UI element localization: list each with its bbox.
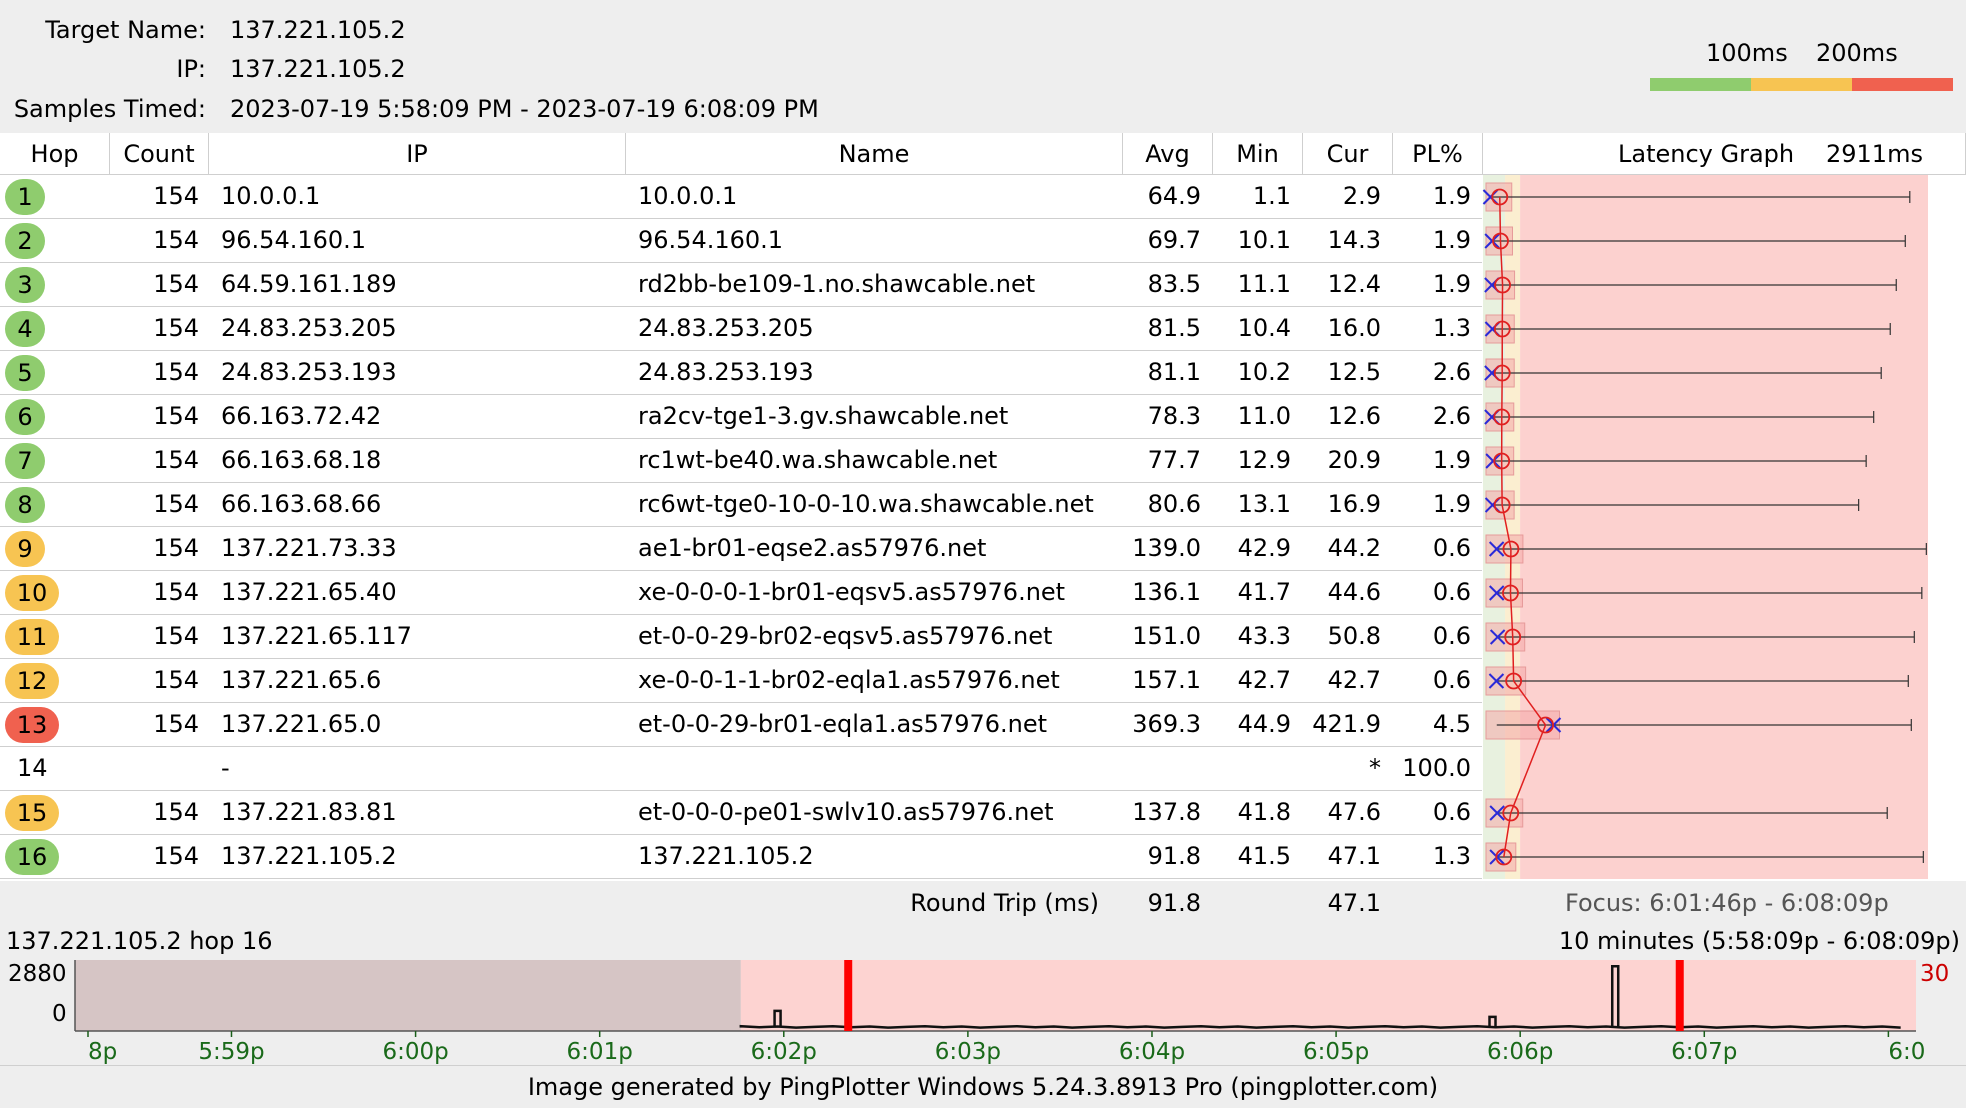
- ip-label: IP:: [176, 55, 206, 83]
- image-generated-note: Image generated by PingPlotter Windows 5…: [0, 1065, 1966, 1108]
- history-x-tick-label: 6:00p: [382, 1039, 448, 1065]
- history-x-tick-label: 6:02p: [751, 1039, 817, 1065]
- round-trip-avg: 91.8: [1147, 889, 1201, 917]
- round-trip-label: Round Trip (ms): [910, 889, 1099, 917]
- history-chart: 8p 5:59p 6:00p 6:01p 6:02p 6:03p 6:04p 6:05p 6:0…: [74, 960, 1925, 1065]
- samples-timed-value: 2023-07-19 5:58:09 PM - 2023-07-19 6:08:…: [230, 95, 819, 123]
- target-name-label: Target Name:: [45, 16, 206, 44]
- target-info-header: Target Name: 137.221.105.2 IP: 137.221.1…: [0, 0, 1966, 133]
- legend-200ms-label: 200ms: [1816, 39, 1898, 67]
- latency-zone-bad: [1520, 175, 1928, 879]
- legend-warn-bar: [1751, 78, 1852, 91]
- history-x-tick-label: 6:04p: [1119, 1039, 1185, 1065]
- history-packet-loss-marker: [1675, 960, 1684, 1031]
- history-unfocused-region: [75, 960, 741, 1031]
- history-x-tick-label: 8p: [88, 1039, 117, 1065]
- history-latency-trace: [739, 1024, 1901, 1029]
- round-trip-cur: 47.1: [1327, 889, 1381, 917]
- history-x-tick-label: 6:01p: [567, 1039, 633, 1065]
- hop-table: Hop Count IP Name Avg Min Cur PL% Latenc…: [0, 133, 1966, 881]
- history-x-tick-label: 6:06p: [1487, 1039, 1553, 1065]
- ip-value: 137.221.105.2: [230, 55, 406, 83]
- round-trip-row: Round Trip (ms) 91.8 47.1 Focus: 6:01:46…: [0, 881, 1966, 925]
- history-x-tick-label: 6:05p: [1303, 1039, 1369, 1065]
- history-x-tick-label: 5:59p: [198, 1039, 264, 1065]
- target-name-value: 137.221.105.2: [230, 16, 406, 44]
- history-x-tick-label: 6:07p: [1671, 1039, 1737, 1065]
- legend-100ms-label: 100ms: [1706, 39, 1788, 67]
- history-x-tick-label: 6:0: [1888, 1039, 1925, 1065]
- history-packet-loss-marker: [844, 960, 853, 1031]
- legend-good-bar: [1650, 78, 1751, 91]
- latency-graph: [1482, 175, 1928, 879]
- samples-timed-label: Samples Timed:: [13, 95, 206, 123]
- legend-bad-bar: [1852, 78, 1953, 91]
- history-graph-panel[interactable]: 137.221.105.2 hop 16 10 minutes (5:58:09…: [0, 925, 1966, 1065]
- focus-range: Focus: 6:01:46p - 6:08:09p: [1565, 889, 1889, 917]
- history-focused-region: [740, 960, 1916, 1031]
- history-x-tick-label: 6:03p: [935, 1039, 1001, 1065]
